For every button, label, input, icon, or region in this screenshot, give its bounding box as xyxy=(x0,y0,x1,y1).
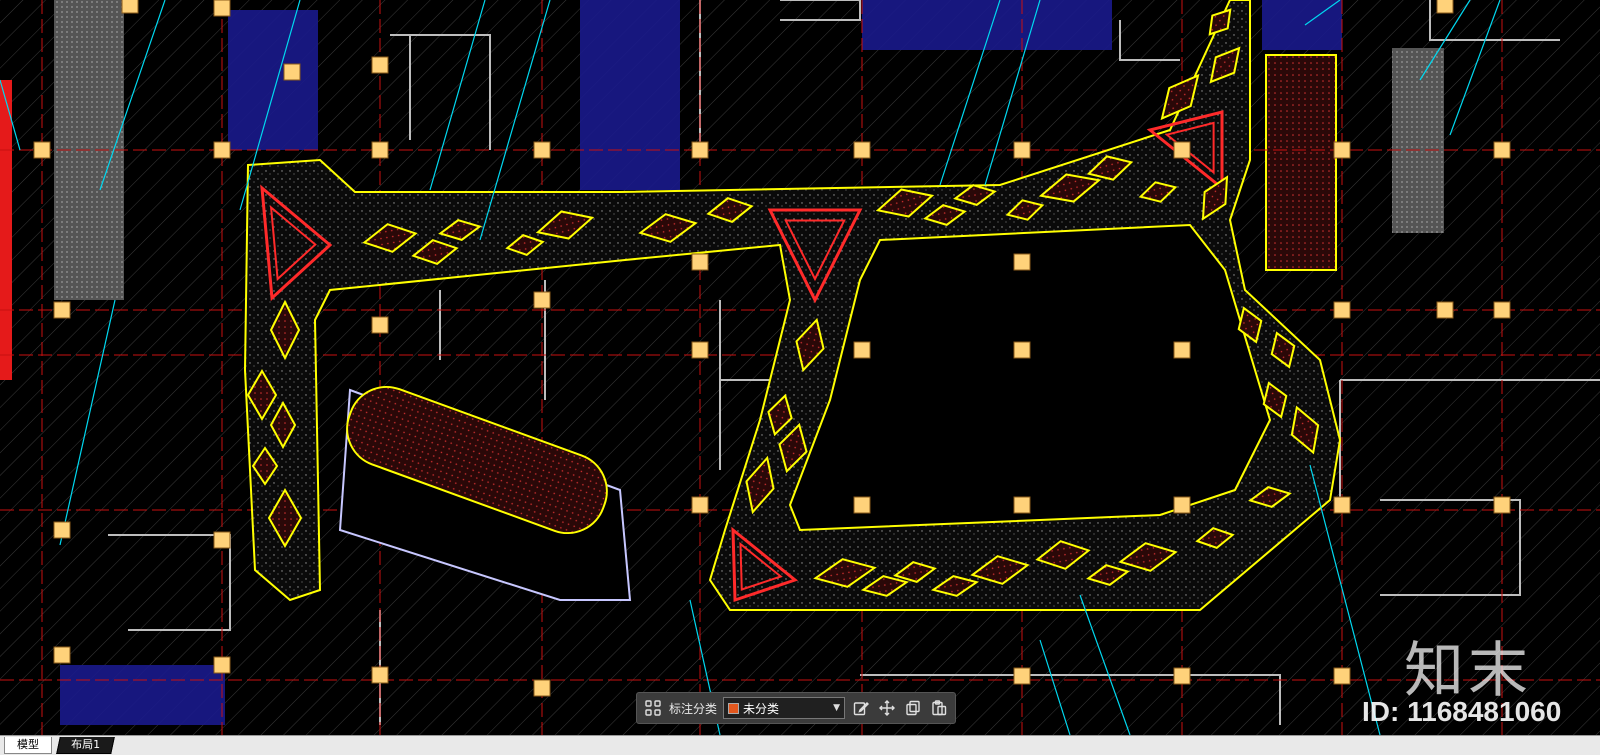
structural-column xyxy=(53,521,71,539)
structural-column xyxy=(371,316,389,334)
category-dropdown[interactable]: 未分类 ▼ xyxy=(723,697,846,719)
category-label: 标注分类 xyxy=(669,701,718,716)
structural-column xyxy=(1333,496,1351,514)
copy-icon[interactable] xyxy=(903,698,923,718)
structural-column xyxy=(1173,341,1191,359)
structural-column xyxy=(691,341,709,359)
structural-column xyxy=(1333,667,1351,685)
structural-column xyxy=(1436,301,1454,319)
structural-column xyxy=(1493,141,1511,159)
structural-column xyxy=(1333,141,1351,159)
stair-area xyxy=(1265,54,1337,271)
structural-column xyxy=(853,341,871,359)
structural-column xyxy=(533,679,551,697)
annotation-toolbar: 标注分类 未分类 ▼ xyxy=(636,692,956,724)
hatched-area xyxy=(60,665,225,725)
structural-column xyxy=(53,646,71,664)
structural-column xyxy=(1173,141,1191,159)
tab-model-label: 模型 xyxy=(17,738,39,751)
structural-column xyxy=(1493,496,1511,514)
structural-column xyxy=(283,63,301,81)
structural-column xyxy=(1013,496,1031,514)
structural-column xyxy=(1013,141,1031,159)
structural-column xyxy=(213,141,231,159)
structural-column xyxy=(1013,253,1031,271)
structural-column xyxy=(1013,667,1031,685)
structural-column xyxy=(371,141,389,159)
tab-layout1-label: 布局1 xyxy=(71,738,101,751)
category-color-swatch xyxy=(728,702,740,714)
structural-column xyxy=(533,141,551,159)
structural-column xyxy=(853,141,871,159)
structural-column xyxy=(1493,301,1511,319)
structural-column xyxy=(53,301,71,319)
structural-column xyxy=(1173,667,1191,685)
structural-column xyxy=(691,253,709,271)
structural-column xyxy=(1173,496,1191,514)
gray-hatched-area xyxy=(1392,48,1444,233)
structural-column xyxy=(371,56,389,74)
category-selected-value: 未分类 xyxy=(743,701,780,716)
tab-layout1[interactable]: 布局1 xyxy=(56,737,115,754)
cad-drawing-canvas[interactable] xyxy=(0,0,1600,735)
structural-column xyxy=(213,656,231,674)
structural-column xyxy=(1333,301,1351,319)
chevron-down-icon: ▼ xyxy=(833,703,841,713)
structural-column xyxy=(1013,341,1031,359)
tab-model[interactable]: 模型 xyxy=(4,737,52,754)
watermark-id: ID: 1168481060 xyxy=(1362,696,1562,727)
structural-column xyxy=(213,531,231,549)
structural-column xyxy=(691,496,709,514)
floor-plan-drawing xyxy=(0,0,1600,735)
structural-column xyxy=(213,0,231,17)
red-wall-strip xyxy=(0,80,12,380)
structural-column xyxy=(371,666,389,684)
grid-icon[interactable] xyxy=(643,698,663,718)
paste-icon[interactable] xyxy=(929,698,949,718)
structural-column xyxy=(33,141,51,159)
hatched-area xyxy=(862,0,1112,50)
structural-column xyxy=(1436,0,1454,14)
move-icon[interactable] xyxy=(877,698,897,718)
structural-column xyxy=(853,496,871,514)
edit-icon[interactable] xyxy=(851,698,871,718)
structural-column xyxy=(691,141,709,159)
structural-column xyxy=(533,291,551,309)
layout-tab-bar: 模型 布局1 xyxy=(0,735,1600,755)
structural-column xyxy=(121,0,139,14)
hatched-area xyxy=(228,10,318,150)
hatched-area xyxy=(580,0,680,190)
